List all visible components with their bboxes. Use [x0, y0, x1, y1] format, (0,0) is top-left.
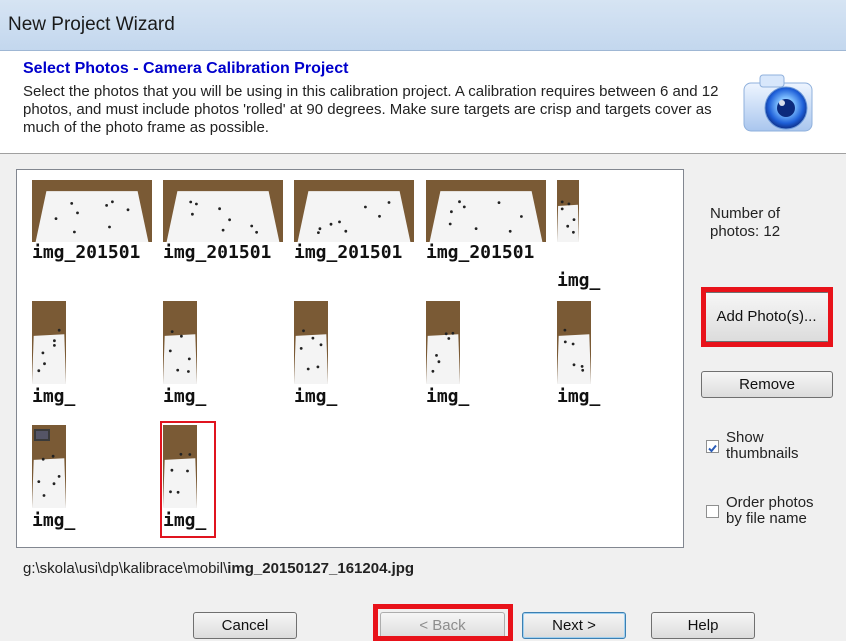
wizard-header: Select Photos - Camera Calibration Proje…: [0, 51, 846, 154]
title-bar: New Project Wizard: [0, 0, 846, 51]
show-thumbnails-label: Show thumbnails: [726, 429, 799, 462]
photo-label: img_201501: [294, 242, 403, 263]
selection-highlight: [160, 421, 216, 538]
remove-button[interactable]: Remove: [701, 371, 833, 398]
back-button[interactable]: < Back: [380, 612, 505, 639]
photo-label: img_: [294, 386, 338, 407]
order-by-name-label: Order photos by file name: [726, 494, 814, 527]
photo-thumbnail: [557, 180, 579, 242]
photo-label: img_: [32, 386, 76, 407]
photo-label: img_: [557, 386, 601, 407]
help-button[interactable]: Help: [651, 612, 755, 639]
photo-thumbnail: [426, 180, 546, 242]
show-thumbnails-checkbox[interactable]: [706, 440, 719, 453]
cancel-button[interactable]: Cancel: [193, 612, 297, 639]
photo-thumbnail: [32, 425, 66, 508]
next-button[interactable]: Next >: [522, 612, 626, 639]
selected-file-path: g:\skola\usi\dp\kalibrace\mobil\img_2015…: [23, 560, 414, 577]
photo-label: img_: [426, 386, 470, 407]
photo-list[interactable]: img_201501 img_201501 img_201501 img_201501…: [16, 169, 684, 548]
add-photos-button[interactable]: Add Photo(s)...: [703, 292, 830, 342]
photo-label: img_201501: [163, 242, 272, 263]
path-directory: g:\skola\usi\dp\kalibrace\mobil\: [23, 560, 228, 577]
photo-label: img_201501: [32, 242, 141, 263]
photo-label: img_: [163, 386, 207, 407]
photo-label: img_201501: [426, 242, 535, 263]
photo-thumbnail: [557, 301, 591, 384]
photo-count: Number of photos: 12: [710, 205, 781, 240]
photo-thumbnail: [163, 301, 197, 384]
photo-thumbnail: [32, 301, 66, 384]
photo-label: img_: [557, 270, 601, 291]
photo-thumbnail: [163, 180, 283, 242]
page-heading: Select Photos - Camera Calibration Proje…: [23, 60, 349, 77]
window-title: New Project Wizard: [8, 14, 175, 35]
photo-label: img_: [32, 510, 76, 531]
page-description: Select the photos that you will be using…: [23, 83, 719, 136]
camera-icon: [740, 65, 816, 141]
photo-thumbnail: [294, 301, 328, 384]
checkmark-icon: [708, 444, 717, 453]
photo-thumbnail: [32, 180, 152, 242]
path-filename: img_20150127_161204.jpg: [227, 560, 415, 577]
order-by-name-checkbox[interactable]: [706, 505, 719, 518]
photo-thumbnail: [426, 301, 460, 384]
photo-thumbnail: [294, 180, 414, 242]
